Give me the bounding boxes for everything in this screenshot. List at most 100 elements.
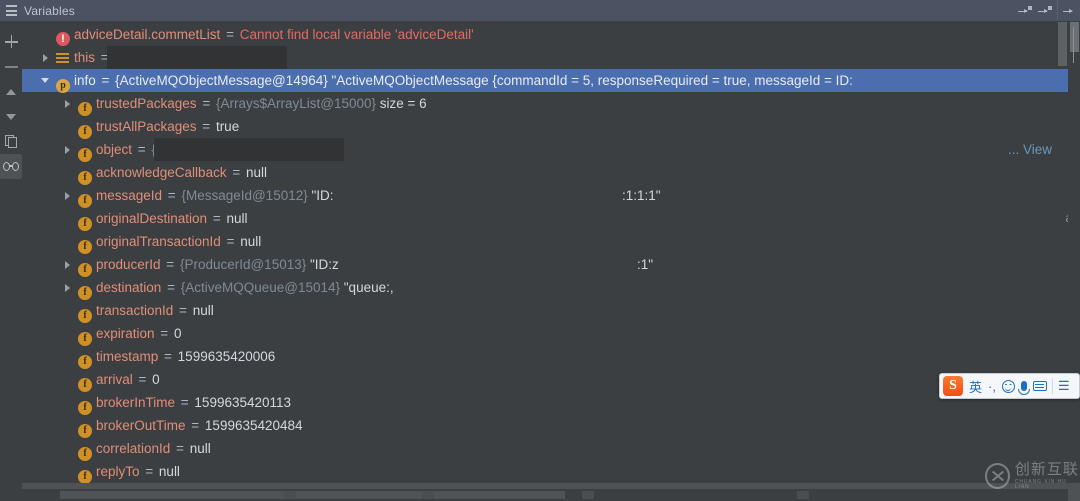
redacted-region	[154, 138, 344, 161]
equals-sign: =	[164, 188, 180, 203]
field-icon: f	[78, 171, 92, 185]
variable-name: info	[74, 73, 96, 88]
variable-value: size = 6	[379, 96, 427, 111]
variable-name: originalTransactionId	[96, 234, 221, 249]
watermark-subtitle: CHUANG XIN HU LIAN	[1014, 479, 1067, 490]
inspect-button[interactable]	[0, 154, 22, 179]
tree-row[interactable]: p info = {ActiveMQObjectMessage@14964} "A…	[22, 69, 1080, 93]
tree-row[interactable]: f producerId = {ProducerId@15013} "ID:z:1…	[22, 253, 1080, 277]
equals-sign: =	[228, 165, 244, 180]
tree-row[interactable]: fobject = { )@15011}... View	[22, 138, 1080, 162]
variable-name: this	[74, 50, 96, 65]
scrollbar-tick	[582, 491, 594, 499]
view-value-link[interactable]: ... View	[1008, 138, 1052, 161]
tree-row[interactable]: f replyTo = null	[22, 460, 1080, 484]
settings-arrow-icon[interactable]	[1017, 3, 1033, 19]
tree-row[interactable]: f originalDestination = null	[22, 207, 1080, 231]
variables-tree-viewport[interactable]: ! adviceDetail.commetList = Cannot find l…	[22, 21, 1080, 501]
tree-row[interactable]: f arrival = 0	[22, 368, 1080, 392]
variable-value: null	[189, 441, 211, 456]
move-up-button[interactable]	[0, 79, 22, 104]
ime-punctuation-mode[interactable]: ·,	[985, 376, 999, 396]
plus-icon	[4, 35, 18, 48]
variable-name: expiration	[96, 326, 155, 341]
tree-row[interactable]: f timestamp = 1599635420006	[22, 345, 1080, 369]
field-icon: f	[78, 148, 92, 162]
microphone-icon[interactable]	[1017, 376, 1030, 396]
horizontal-scrollbar[interactable]	[22, 489, 1068, 501]
watermark: 创新互联 CHUANG XIN HU LIAN	[985, 462, 1080, 490]
variable-name: brokerOutTime	[96, 418, 186, 433]
tree-row[interactable]: f messageId = {MessageId@15012} "ID::1:1:…	[22, 184, 1080, 208]
watermark-logo-icon	[985, 463, 1010, 489]
ime-language-mode[interactable]: 英	[966, 376, 985, 396]
hamburger-icon[interactable]	[6, 5, 17, 16]
hide-icon[interactable]	[1037, 3, 1053, 19]
outer-vertical-scrollbar[interactable]	[1068, 22, 1080, 477]
tree-row[interactable]: f acknowledgeCallback = null	[22, 161, 1080, 185]
triangle-right	[64, 145, 70, 154]
tree-row-content: f trustAllPackages = true	[78, 115, 239, 139]
equals-sign: =	[209, 211, 225, 226]
tree-row[interactable]: f brokerInTime = 1599635420113	[22, 391, 1080, 415]
emoji-icon[interactable]	[999, 376, 1018, 396]
tree-row[interactable]: f destination = {ActiveMQQueue@15014} "qu…	[22, 276, 1080, 300]
keyboard-icon[interactable]	[1030, 376, 1050, 396]
expand-arrow-icon[interactable]	[60, 92, 74, 115]
expand-arrow-icon[interactable]	[60, 184, 74, 207]
expand-arrow-icon[interactable]	[60, 138, 74, 161]
expand-arrow-icon[interactable]	[60, 253, 74, 276]
tree-row[interactable]: f trustAllPackages = true	[22, 115, 1080, 139]
tree-row[interactable]: ! adviceDetail.commetList = Cannot find l…	[22, 23, 1080, 46]
equals-sign: =	[222, 27, 238, 42]
remove-watch-button[interactable]	[0, 54, 22, 79]
tree-row-content: f timestamp = 1599635420006	[78, 345, 275, 369]
field-icon: f	[78, 378, 92, 392]
horizontal-scrollbar-thumb[interactable]	[60, 491, 565, 499]
equals-sign: =	[175, 303, 191, 318]
variable-name: arrival	[96, 372, 133, 387]
tree-row[interactable]: f transactionId = null	[22, 299, 1080, 323]
variable-name: trustAllPackages	[96, 119, 197, 134]
debugger-variables-window: Variables ! adviceDetail.commetList = Can…	[0, 0, 1080, 501]
ime-divider	[1051, 378, 1053, 394]
copy-value-button[interactable]	[0, 129, 22, 154]
vertical-scrollbar[interactable]	[1057, 22, 1068, 477]
variables-toolbar	[0, 21, 22, 501]
tree-row[interactable]: f brokerOutTime = 1599635420484	[22, 414, 1080, 438]
triangle-right	[64, 260, 70, 269]
toolbox-icon[interactable]: ☰	[1055, 376, 1073, 396]
tree-row[interactable]: f correlationId = null	[22, 437, 1080, 461]
move-down-button[interactable]	[0, 104, 22, 129]
scrollbar-tick	[422, 491, 434, 499]
triangle-right	[42, 53, 48, 62]
tree-row-content: f brokerOutTime = 1599635420484	[78, 414, 303, 438]
vertical-scrollbar-thumb[interactable]	[1058, 22, 1067, 66]
field-icon: f	[78, 102, 92, 116]
tree-row[interactable]: f originalTransactionId = null	[22, 230, 1080, 254]
equals-sign: =	[163, 280, 179, 295]
variable-name: producerId	[96, 257, 161, 272]
tree-row[interactable]: f trustedPackages = {Arrays$ArrayList@150…	[22, 92, 1080, 116]
expand-arrow-icon[interactable]	[60, 276, 74, 299]
expand-arrow-icon[interactable]	[38, 46, 52, 69]
variable-type: {ProducerId@15013}	[179, 257, 310, 272]
tool-window-titlebar: Variables	[0, 0, 1080, 21]
variable-type: {Arrays$ArrayList@15000}	[215, 96, 380, 111]
tree-row[interactable]: this = nsumer@14961}	[22, 46, 1080, 69]
equals-sign: =	[162, 257, 178, 272]
variable-name: replyTo	[96, 464, 140, 479]
chevron-down-icon[interactable]	[1062, 3, 1078, 19]
equals-sign: =	[177, 395, 193, 410]
error-icon: !	[56, 32, 70, 46]
tree-row-content: f originalTransactionId = null	[78, 230, 261, 254]
tree-row[interactable]: f expiration = 0	[22, 322, 1080, 346]
outer-vertical-scrollbar-thumb[interactable]	[1070, 22, 1079, 52]
ime-toolbar[interactable]: S 英 ·, ☰	[939, 373, 1080, 399]
collapse-arrow-icon[interactable]	[38, 69, 52, 92]
variable-type: {ActiveMQQueue@15014}	[180, 280, 344, 295]
add-watch-button[interactable]	[0, 29, 22, 54]
equals-sign: =	[187, 418, 203, 433]
equals-sign: =	[134, 142, 150, 157]
ime-logo-icon[interactable]: S	[943, 376, 963, 396]
